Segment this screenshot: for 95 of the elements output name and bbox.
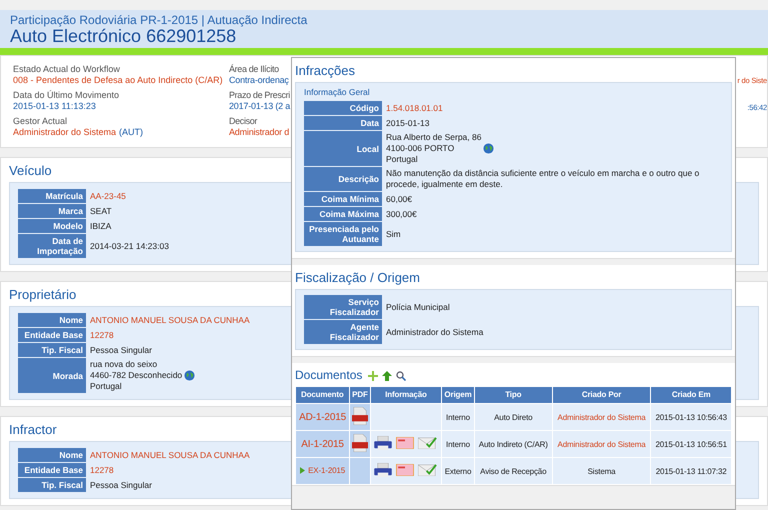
field-label: Matrícula [18,189,86,203]
table-cell: Interno [446,440,470,448]
search-icon[interactable] [396,370,406,380]
field-value: Sim [386,228,401,238]
document-link[interactable]: EX-1-2015 [308,466,346,475]
field-label: Tip. Fiscal [18,478,86,492]
table-cell: Auto Indireto (C/AR) [478,440,548,448]
field-label: Código [304,101,382,115]
field-label: Presenciada pelo Autuante [304,222,382,246]
card-icon[interactable] [396,464,414,476]
group-title: Informação Geral [304,87,371,98]
document-link[interactable]: AD-1-2015 [299,412,346,422]
field-value: Não manutenção da distância suficiente entre o veículo em marcha e o outro que o procede, igualmente em deste. [386,168,700,189]
field-label: Data de Importação [18,234,86,258]
section-title: Veículo [9,162,52,179]
section-title: Infracções [295,62,355,79]
summary-label: Área de Ilícito [229,64,280,75]
document-link[interactable]: AI-1-2015 [301,438,344,450]
field-value: IBIZA [90,220,112,230]
summary-value: 2015-01-13 11:13:23 [13,101,96,112]
field-value: Pessoa Singular [90,344,152,354]
summary-value: Contra-ordenaç [229,75,289,86]
table-cell: Interno [446,412,470,422]
field-value: 300,00€ [386,208,417,218]
field-label: Local [304,131,382,166]
user-link[interactable]: Administrador do Sistema [558,412,646,422]
field-label: Nome [18,448,86,462]
field-value: 60,00€ [386,194,412,204]
section-title: Infractor [9,421,57,438]
field-label: Descrição [304,167,382,191]
user-link[interactable]: Administrador do Sistema [558,440,646,448]
table-cell: 2015-01-13 10:56:43 [655,412,727,422]
field-label: Entidade Base [18,463,86,477]
page-subtitle: Participação Rodoviária PR-1-2015 | Autuação Indirecta [10,13,308,27]
field-label: Coima Máxima [304,207,382,221]
summary-value: 008 - Pendentes de Defesa ao Auto Indirecto (C/AR) [13,75,223,86]
summary-label: Data do Último Movimento [13,90,120,101]
column-header: Criado Por [552,387,651,404]
section-title: Proprietário [9,286,76,303]
field-link[interactable]: ANTONIO MANUEL SOUSA DA CUNHAA [90,314,250,324]
column-header: Documento [296,387,350,404]
summary-label: Decisor [229,116,258,127]
summary-label: Estado Actual do Workflow [13,64,121,75]
address-text: rua nova do seixo 4460-782 Desconhecido Portugal [90,359,182,392]
field-link[interactable]: 12278 [90,464,114,474]
column-header: Informação [370,387,442,404]
summary-label: Prazo de Prescri [229,90,291,101]
table-cell: Externo [444,466,472,476]
column-header: Tipo [474,387,552,404]
field-link[interactable]: 1.54.018.01.01 [386,102,443,112]
field-value: SEAT [90,206,112,216]
field-value: Pessoa Singular [90,480,152,490]
table-cell: 2015-01-13 11:07:32 [656,466,727,476]
field-label: Data [304,116,382,130]
field-label: Modelo [18,219,86,233]
field-value: 2014-03-21 14:23:03 [90,240,169,250]
pdf-file-icon[interactable] [352,407,368,425]
address-text: Rua Alberto de Serpa, 86 4100-006 PORTO Portugal [386,132,482,165]
column-header: Criado Em [650,387,732,404]
field-link[interactable]: 12278 [90,330,114,340]
author-name: Sistema [588,466,616,476]
summary-value: (AUT) [119,127,144,138]
globe-icon[interactable] [184,370,196,381]
table-cell: Auto Direto [494,412,532,422]
field-label: Nome [18,313,86,327]
table-cell: 2015-01-13 10:56:51 [655,440,727,448]
field-link[interactable]: ANTONIO MANUEL SOUSA DA CUNHAA [90,450,250,460]
field-link[interactable]: AA-23-45 [90,190,126,200]
envelope-check-icon[interactable] [418,464,438,476]
summary-value: Administrador d [229,127,290,138]
card-icon[interactable] [396,437,414,449]
field-label: Morada [18,358,86,393]
upload-icon[interactable] [382,370,392,380]
field-label: Marca [18,204,86,218]
field-label: Entidade Base [18,328,86,342]
field-label: Agente Fiscalizador [304,320,382,344]
section-title: Documentos [295,367,362,384]
section-title: Fiscalização / Origem [295,269,420,286]
column-header: Origem [442,387,474,404]
field-value: Polícia Municipal [386,302,450,312]
globe-icon[interactable] [483,143,494,154]
printer-icon[interactable] [374,436,392,450]
field-value: 2015-01-13 [386,118,430,128]
summary-value: Administrador do Sistema [13,127,116,138]
page-title: Auto Electrónico 662901258 [10,27,236,46]
field-label: Serviço Fiscalizador [304,295,382,319]
pdf-file-icon[interactable] [352,434,368,452]
summary-label: Gestor Actual [13,116,68,127]
table-cell: Aviso de Recepção [480,466,546,476]
field-value: Administrador do Sistema [386,326,484,336]
envelope-check-icon[interactable] [418,437,438,449]
field-label: Tip. Fiscal [18,343,86,357]
summary-value: 2017-01-13 (2 a [229,101,290,112]
printer-icon[interactable] [374,463,392,477]
field-label: Coima Mínima [304,192,382,206]
